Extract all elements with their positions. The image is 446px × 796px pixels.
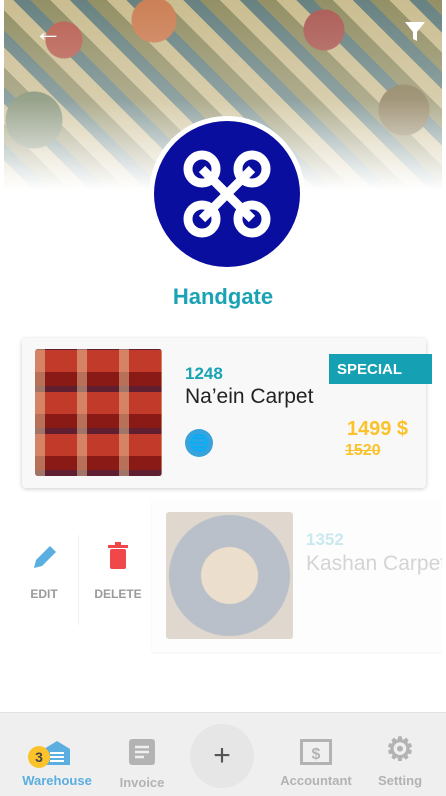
back-arrow-icon[interactable]: ← (34, 16, 62, 48)
product-card[interactable]: 1248 Na’ein Carpet SPECIAL 🌐 1499 $ 1520 (22, 338, 432, 488)
globe-icon[interactable]: 🌐 (185, 429, 213, 457)
product-image (35, 349, 162, 476)
product-card[interactable]: 1352 Kashan Carpet (152, 500, 442, 652)
trash-icon (108, 542, 128, 569)
product-code: 1352 (306, 530, 344, 549)
divider (78, 535, 79, 625)
filter-icon[interactable] (404, 20, 426, 44)
pencil-icon (34, 546, 56, 568)
product-name: Na’ein Carpet (185, 385, 314, 408)
product-code: 1248 (185, 364, 223, 383)
delete-label: DELETE (94, 587, 142, 601)
nav-invoice[interactable]: Invoice (110, 713, 174, 790)
nav-label: Accountant (280, 773, 352, 788)
delete-button[interactable]: DELETE (90, 542, 146, 601)
brand-logo (149, 116, 305, 272)
nav-setting[interactable]: ⚙ Setting (370, 713, 430, 788)
edit-label: EDIT (30, 587, 58, 601)
cash-icon: $ (300, 739, 332, 765)
app-screen: ← Handgate 1248 Na’ein Carpet SPECIAL 🌐 … (4, 0, 442, 796)
product-old-price: 1520 (345, 442, 381, 459)
bottom-navigation: Warehouse 3 Invoice + $ Accountant ⚙ Set… (0, 712, 446, 796)
invoice-icon (129, 739, 155, 765)
edit-button[interactable]: EDIT (24, 542, 64, 601)
product-name: Kashan Carpet (306, 552, 442, 575)
product-image (166, 512, 293, 639)
product-price: 1499 $ (346, 418, 408, 440)
gear-icon: ⚙ (385, 731, 415, 767)
knot-logo-icon (183, 150, 271, 238)
special-badge: SPECIAL (329, 354, 432, 384)
brand-name: Handgate (172, 284, 274, 309)
warehouse-count-badge: 3 (28, 746, 50, 768)
svg-text:$: $ (312, 746, 321, 763)
nav-accountant[interactable]: $ Accountant (276, 713, 356, 788)
nav-label: Setting (377, 773, 423, 788)
nav-label: Warehouse (22, 773, 92, 788)
nav-label: Invoice (119, 775, 165, 790)
add-button[interactable]: + (190, 724, 254, 788)
